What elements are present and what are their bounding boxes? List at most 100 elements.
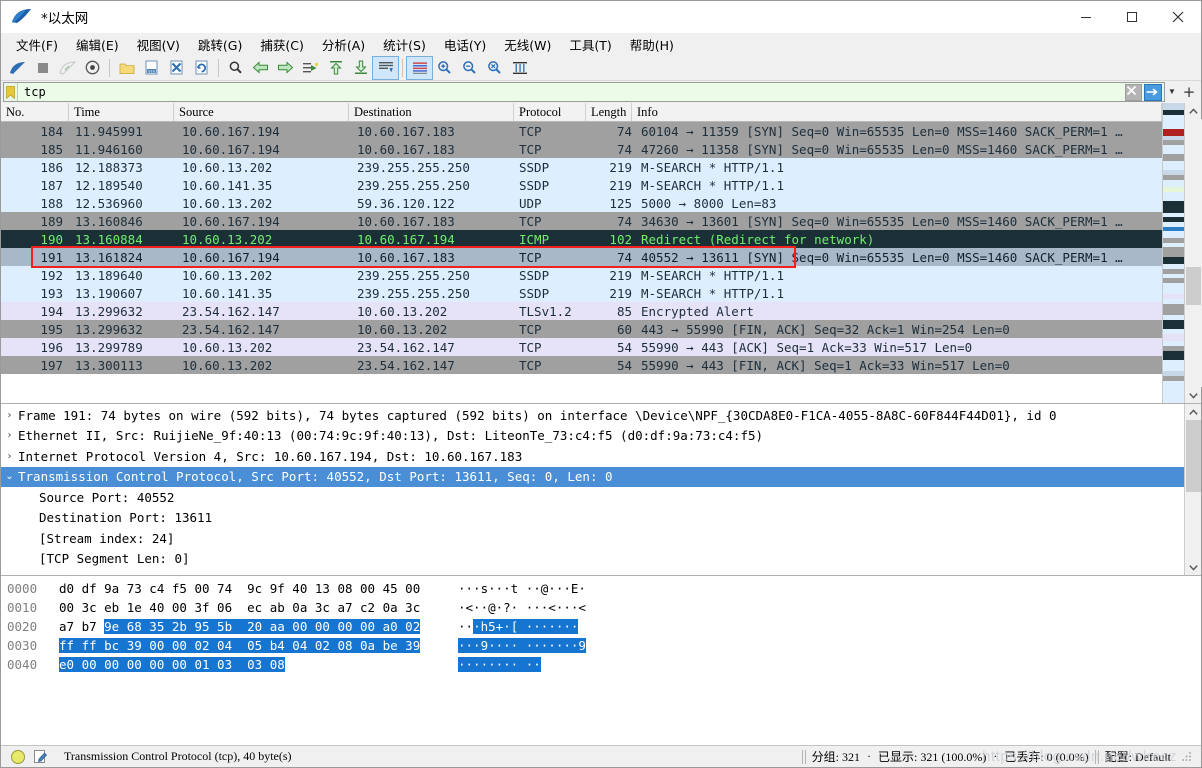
display-filter-box[interactable] [3, 82, 1165, 102]
detail-row[interactable]: Destination Port: 13611 [1, 508, 1184, 529]
go-forward-icon[interactable] [273, 57, 298, 79]
cell-info: M-SEARCH * HTTP/1.1 [641, 159, 784, 175]
capture-file-properties-icon[interactable] [33, 749, 48, 764]
menu-telephony[interactable]: 电话(Y) [435, 33, 495, 56]
table-row[interactable]: 186 12.188373 10.60.13.202 239.255.255.250 S… [1, 158, 1162, 176]
menu-tools[interactable]: 工具(T) [560, 33, 620, 56]
menu-edit[interactable]: 编辑(E) [67, 33, 128, 56]
go-back-icon[interactable] [248, 57, 273, 79]
cell-info: M-SEARCH * HTTP/1.1 [641, 285, 784, 301]
column-header-destination[interactable]: Destination [349, 103, 514, 121]
table-row[interactable]: 196 13.299789 10.60.13.202 23.54.162.147 TCP… [1, 338, 1162, 356]
table-row[interactable]: 188 12.536960 10.60.13.202 59.36.120.122 UDP… [1, 194, 1162, 212]
filter-clear-button[interactable] [1124, 83, 1144, 101]
stop-capture-icon[interactable] [30, 57, 55, 79]
cell-destination: 239.255.255.250 [357, 285, 470, 301]
menu-capture[interactable]: 捕获(C) [251, 33, 312, 56]
detail-scrollbar[interactable] [1184, 404, 1201, 575]
display-filter-input[interactable] [18, 83, 1124, 101]
start-capture-icon[interactable] [5, 57, 30, 79]
table-row[interactable]: 184 11.945991 10.60.167.194 10.60.167.183 TC… [1, 122, 1162, 140]
expert-info-indicator[interactable] [11, 749, 25, 764]
detail-scroll-up-arrow-icon[interactable] [1185, 404, 1202, 420]
detail-scroll-down-arrow-icon[interactable] [1185, 559, 1202, 575]
scrollbar-track[interactable] [1184, 119, 1202, 387]
detail-scrollbar-thumb[interactable] [1185, 420, 1201, 492]
cell-destination: 10.60.167.183 [357, 213, 455, 229]
table-row[interactable]: 190 13.160884 10.60.13.202 10.60.167.194 ICM… [1, 230, 1162, 248]
detail-scrollbar-track[interactable] [1184, 420, 1201, 559]
hex-row[interactable]: 0010 00 3c eb 1e 40 00 3f 06 ec ab 0a 3c … [1, 598, 1201, 617]
maximize-button[interactable] [1109, 1, 1155, 33]
chevron-right-icon[interactable]: › [1, 451, 18, 462]
go-last-packet-icon[interactable] [348, 57, 373, 79]
close-file-icon[interactable] [164, 57, 189, 79]
menu-statistics[interactable]: 统计(S) [374, 33, 435, 56]
scroll-down-arrow-icon[interactable] [1185, 387, 1202, 403]
detail-row[interactable]: › Frame 191: 74 bytes on wire (592 bits),… [1, 405, 1184, 426]
packet-list-scrollbar[interactable] [1184, 103, 1202, 403]
table-row[interactable]: 197 13.300113 10.60.13.202 23.54.162.147 TCP… [1, 356, 1162, 374]
reload-file-icon[interactable] [189, 57, 214, 79]
capture-options-icon[interactable] [80, 57, 105, 79]
table-row[interactable]: 194 13.299632 23.54.162.147 10.60.13.202 TLS… [1, 302, 1162, 320]
chevron-right-icon[interactable]: › [1, 410, 18, 421]
scrollbar-thumb[interactable] [1185, 267, 1201, 305]
resize-columns-icon[interactable] [507, 57, 532, 79]
chevron-down-icon[interactable]: ⌄ [1, 471, 18, 482]
menu-go[interactable]: 跳转(G) [189, 33, 251, 56]
zoom-out-icon[interactable] [457, 57, 482, 79]
column-header-length[interactable]: Length [586, 103, 632, 121]
scroll-up-arrow-icon[interactable] [1185, 103, 1202, 119]
column-header-time[interactable]: Time [69, 103, 174, 121]
filter-bookmark-icon[interactable] [4, 83, 18, 101]
detail-row[interactable]: [TCP Segment Len: 0] [1, 549, 1184, 570]
find-packet-icon[interactable] [223, 57, 248, 79]
menu-help[interactable]: 帮助(H) [621, 33, 683, 56]
menu-wireless[interactable]: 无线(W) [495, 33, 560, 56]
close-button[interactable] [1155, 1, 1201, 33]
chevron-right-icon[interactable]: › [1, 430, 18, 441]
table-row[interactable]: 193 13.190607 10.60.141.35 239.255.255.250 S… [1, 284, 1162, 302]
zoom-in-icon[interactable] [432, 57, 457, 79]
restart-capture-icon[interactable] [55, 57, 80, 79]
go-to-packet-icon[interactable] [298, 57, 323, 79]
status-profile[interactable]: 配置: Default [1105, 748, 1171, 765]
table-row[interactable]: 185 11.946160 10.60.167.194 10.60.167.183 TC… [1, 140, 1162, 158]
cell-length: 219 [609, 159, 632, 175]
column-header-protocol[interactable]: Protocol [514, 103, 586, 121]
table-row[interactable]: 189 13.160846 10.60.167.194 10.60.167.183 TC… [1, 212, 1162, 230]
filter-apply-button[interactable] [1144, 83, 1164, 101]
menu-file[interactable]: 文件(F) [7, 33, 67, 56]
detail-row[interactable]: › Internet Protocol Version 4, Src: 10.60… [1, 446, 1184, 467]
hex-row[interactable]: 0040 e0 00 00 00 00 00 01 03 03 08 ·······… [1, 655, 1201, 674]
hex-row[interactable]: 0020 a7 b7 9e 68 35 2b 95 5b 20 aa 00 00 … [1, 617, 1201, 636]
resize-grip-icon[interactable] [1181, 750, 1195, 764]
detail-row[interactable]: › Ethernet II, Src: RuijieNe_9f:40:13 (00… [1, 426, 1184, 447]
colorize-icon[interactable] [406, 55, 433, 80]
hex-dump[interactable]: 0000 d0 df 9a 73 c4 f5 00 74 9c 9f 40 13 … [1, 576, 1201, 745]
menu-view[interactable]: 视图(V) [128, 33, 189, 56]
filter-history-dropdown[interactable]: ▼ [1165, 82, 1179, 101]
filter-add-button[interactable]: + [1179, 82, 1199, 101]
zoom-reset-icon[interactable] [482, 57, 507, 79]
column-header-info[interactable]: Info [632, 103, 1162, 121]
save-file-icon[interactable]: 010 [139, 57, 164, 79]
auto-scroll-icon[interactable] [372, 55, 399, 80]
menu-analyze[interactable]: 分析(A) [313, 33, 374, 56]
table-row[interactable]: 187 12.189540 10.60.141.35 239.255.255.250 S… [1, 176, 1162, 194]
table-row[interactable]: 195 13.299632 23.54.162.147 10.60.13.202 TCP… [1, 320, 1162, 338]
detail-row[interactable]: Source Port: 40552 [1, 487, 1184, 508]
open-file-icon[interactable] [114, 57, 139, 79]
hex-row[interactable]: 0030 ff ff bc 39 00 00 02 04 05 b4 04 02 … [1, 636, 1201, 655]
minimize-button[interactable] [1063, 1, 1109, 33]
cell-no: 195 [40, 321, 63, 337]
detail-row-selected[interactable]: ⌄ Transmission Control Protocol, Src Port… [1, 466, 1184, 487]
table-row[interactable]: 191 13.161824 10.60.167.194 10.60.167.183 TC… [1, 248, 1162, 266]
go-first-packet-icon[interactable] [323, 57, 348, 79]
hex-row[interactable]: 0000 d0 df 9a 73 c4 f5 00 74 9c 9f 40 13 … [1, 579, 1201, 598]
column-header-no[interactable]: No. [1, 103, 69, 121]
column-header-source[interactable]: Source [174, 103, 349, 121]
table-row[interactable]: 192 13.189640 10.60.13.202 239.255.255.250 S… [1, 266, 1162, 284]
detail-row[interactable]: [Stream index: 24] [1, 528, 1184, 549]
